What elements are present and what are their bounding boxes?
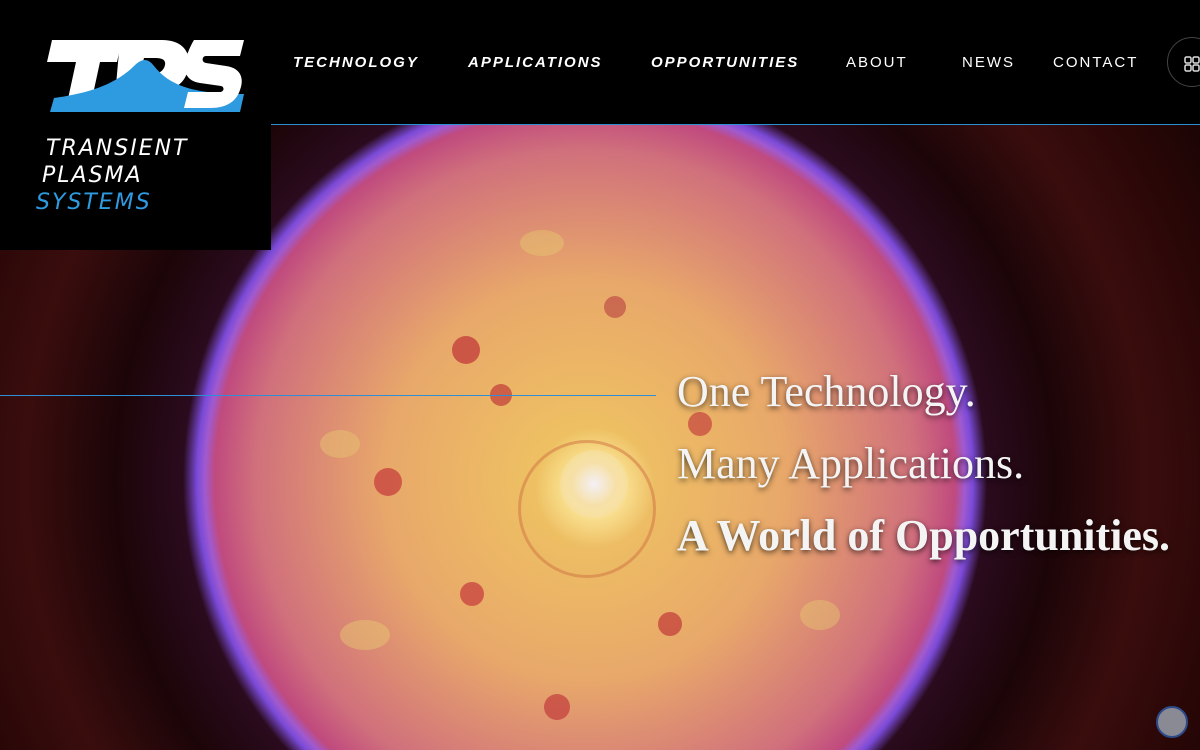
hero-accent-line: [0, 395, 656, 396]
hero-tagline-line1: One Technology.: [677, 367, 976, 416]
nav-technology[interactable]: TECHNOLOGY: [293, 54, 419, 71]
logo-text-plasma: PLASMA: [42, 163, 143, 188]
tps-logo-mark: [47, 40, 244, 112]
nav-news[interactable]: NEWS: [962, 54, 1015, 71]
nav-opportunities[interactable]: OPPORTUNITIES: [651, 54, 799, 71]
grid-menu-icon: [1184, 56, 1200, 72]
logo-text-systems: SYSTEMS: [36, 190, 152, 215]
logo-text-transient: TRANSIENT: [46, 136, 189, 161]
nav-contact[interactable]: CONTACT: [1053, 54, 1138, 71]
nav-about[interactable]: ABOUT: [846, 54, 908, 71]
chat-bubble-icon[interactable]: [1156, 706, 1188, 738]
hero-tagline-line3: A World of Opportunities.: [677, 511, 1171, 560]
logo[interactable]: TRANSIENT PLASMA SYSTEMS: [0, 0, 271, 250]
hero-tagline-line2: Many Applications.: [677, 439, 1025, 488]
nav-applications[interactable]: APPLICATIONS: [468, 54, 603, 71]
